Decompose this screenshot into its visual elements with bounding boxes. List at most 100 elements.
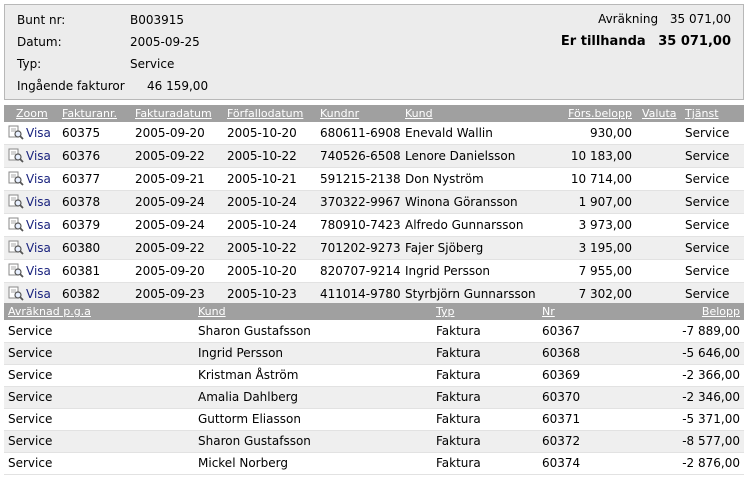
cell-kund: Fajer Sjöberg [405,241,484,255]
visa-link[interactable]: Visa [26,241,51,255]
cell-kund: Ingrid Persson [405,264,491,278]
cell-avraknad: Service [8,323,53,338]
magnifier-icon[interactable] [8,286,24,302]
cell-belopp: -5 371,00 [682,412,740,426]
col-fakturadatum[interactable]: Fakturadatum [131,105,223,122]
cell-typ: Faktura [436,323,481,338]
zoom-link[interactable]: Visa [8,191,58,213]
magnifier-icon[interactable] [8,217,24,233]
cell-kund: Sharon Gustafsson [198,323,311,338]
col-valuta[interactable]: Valuta [638,105,681,122]
tillhanda-value: 35 071,00 [658,34,731,49]
cell-fakturadatum: 2005-09-20 [135,264,205,278]
col-typ[interactable]: Typ [432,303,538,320]
cell-belopp: -2 876,00 [682,456,740,470]
magnifier-icon[interactable] [8,194,24,210]
cell-forfallodatum: 2005-10-20 [227,126,297,140]
col-avraknad[interactable]: Avräknad p.g.a [4,303,194,320]
zoom-cell: Visa [4,260,58,283]
zoom-link[interactable]: Visa [8,214,58,236]
zoom-link[interactable]: Visa [8,237,58,259]
visa-link[interactable]: Visa [26,126,51,140]
cell-tjanst: Service [685,126,730,140]
zoom-cell: Visa [4,191,58,214]
offset-row: Service Kristman Åström Faktura 60369 -2 366… [4,364,744,386]
zoom-cell: Visa [4,168,58,191]
cell-fakturanr: 60380 [62,241,101,255]
cell-typ: Faktura [436,412,481,426]
col-belopp[interactable]: Belopp [648,303,744,320]
cell-valuta [638,237,681,260]
datum-value: 2005-09-25 [130,35,200,49]
col-nr[interactable]: Nr [538,303,648,320]
magnifier-icon[interactable] [8,171,24,187]
cell-nr: 60367 [542,323,581,338]
offset-row: Service Mickel Norberg Faktura 60374 -2 876,… [4,452,744,474]
magnifier-icon[interactable] [8,240,24,256]
cell-fakturadatum: 2005-09-20 [135,126,205,140]
cell-forfallodatum: 2005-10-20 [227,264,297,278]
typ-value: Service [130,57,175,71]
col-zoom[interactable]: Zoom [4,105,58,122]
cell-kund: Guttorm Eliasson [198,412,301,426]
cell-fors-belopp: 1 907,00 [578,195,632,209]
col-tjanst[interactable]: Tjänst [681,105,744,122]
cell-kund: Don Nyström [405,172,484,186]
offset-row: Service Guttorm Eliasson Faktura 60371 -5 37… [4,408,744,430]
offset-table: Avräknad p.g.a Kund Typ Nr Belopp Servic… [4,303,744,475]
visa-link[interactable]: Visa [26,218,51,232]
col-fors-belopp[interactable]: Förs.belopp [553,105,638,122]
cell-fakturadatum: 2005-09-22 [135,149,205,163]
cell-kundnr: 680611-6908 [320,126,401,140]
magnifier-icon[interactable] [8,263,24,279]
cell-kundnr: 820707-9214 [320,264,401,278]
cell-tjanst: Service [685,195,730,209]
cell-kundnr: 701202-9273 [320,241,401,255]
magnifier-icon[interactable] [8,148,24,164]
ingaende-label: Ingående fakturor [17,79,125,93]
cell-tjanst: Service [685,218,730,232]
offset-row: Service Sharon Gustafsson Faktura 60367 -7 8… [4,320,744,342]
datum-label: Datum: [17,35,62,49]
magnifier-icon[interactable] [8,125,24,141]
col-kundnr[interactable]: Kundnr [316,105,401,122]
zoom-cell: Visa [4,237,58,260]
tillhanda-row: Er tillhanda 35 071,00 [561,34,731,49]
invoice-row: Visa 60380 2005-09-22 2005-10-22 701202-9273… [4,236,744,260]
cell-kund: Amalia Dahlberg [198,390,298,404]
visa-link[interactable]: Visa [26,264,51,278]
cell-belopp: -5 646,00 [682,346,740,360]
zoom-link[interactable]: Visa [8,260,58,282]
cell-fakturanr: 60375 [62,126,101,140]
col-kund[interactable]: Kund [194,303,432,320]
visa-link[interactable]: Visa [26,172,51,186]
zoom-link[interactable]: Visa [8,168,58,190]
col-fakturanr[interactable]: Fakturanr. [58,105,131,122]
invoice-row: Visa 60377 2005-09-21 2005-10-21 591215-2138… [4,167,744,191]
zoom-cell: Visa [4,145,58,168]
cell-tjanst: Service [685,149,730,163]
visa-link[interactable]: Visa [26,195,51,209]
cell-fakturanr: 60376 [62,149,101,163]
visa-link[interactable]: Visa [26,149,51,163]
invoice-header-row: Zoom Fakturanr. Fakturadatum Förfallodat… [4,105,744,122]
zoom-link[interactable]: Visa [8,122,58,144]
invoice-row: Visa 60378 2005-09-24 2005-10-24 370322-9967… [4,190,744,214]
col-kund[interactable]: Kund [401,105,553,122]
zoom-link[interactable]: Visa [8,283,58,305]
offset-row: Service Ingrid Persson Faktura 60368 -5 646,… [4,342,744,364]
cell-typ: Faktura [436,434,481,448]
visa-link[interactable]: Visa [26,287,51,301]
cell-valuta [638,260,681,283]
offset-row: Service Sharon Gustafsson Faktura 60372 -8 5… [4,430,744,452]
zoom-cell: Visa [4,214,58,237]
cell-avraknad: Service [8,434,53,448]
cell-nr: 60372 [542,434,581,448]
zoom-link[interactable]: Visa [8,145,58,167]
cell-fors-belopp: 10 183,00 [570,149,632,163]
cell-valuta [638,191,681,214]
cell-kund: Mickel Norberg [198,456,288,470]
cell-fors-belopp: 3 973,00 [578,218,632,232]
cell-kundnr: 780910-7423 [320,218,401,232]
col-forfallodatum[interactable]: Förfallodatum [223,105,316,122]
